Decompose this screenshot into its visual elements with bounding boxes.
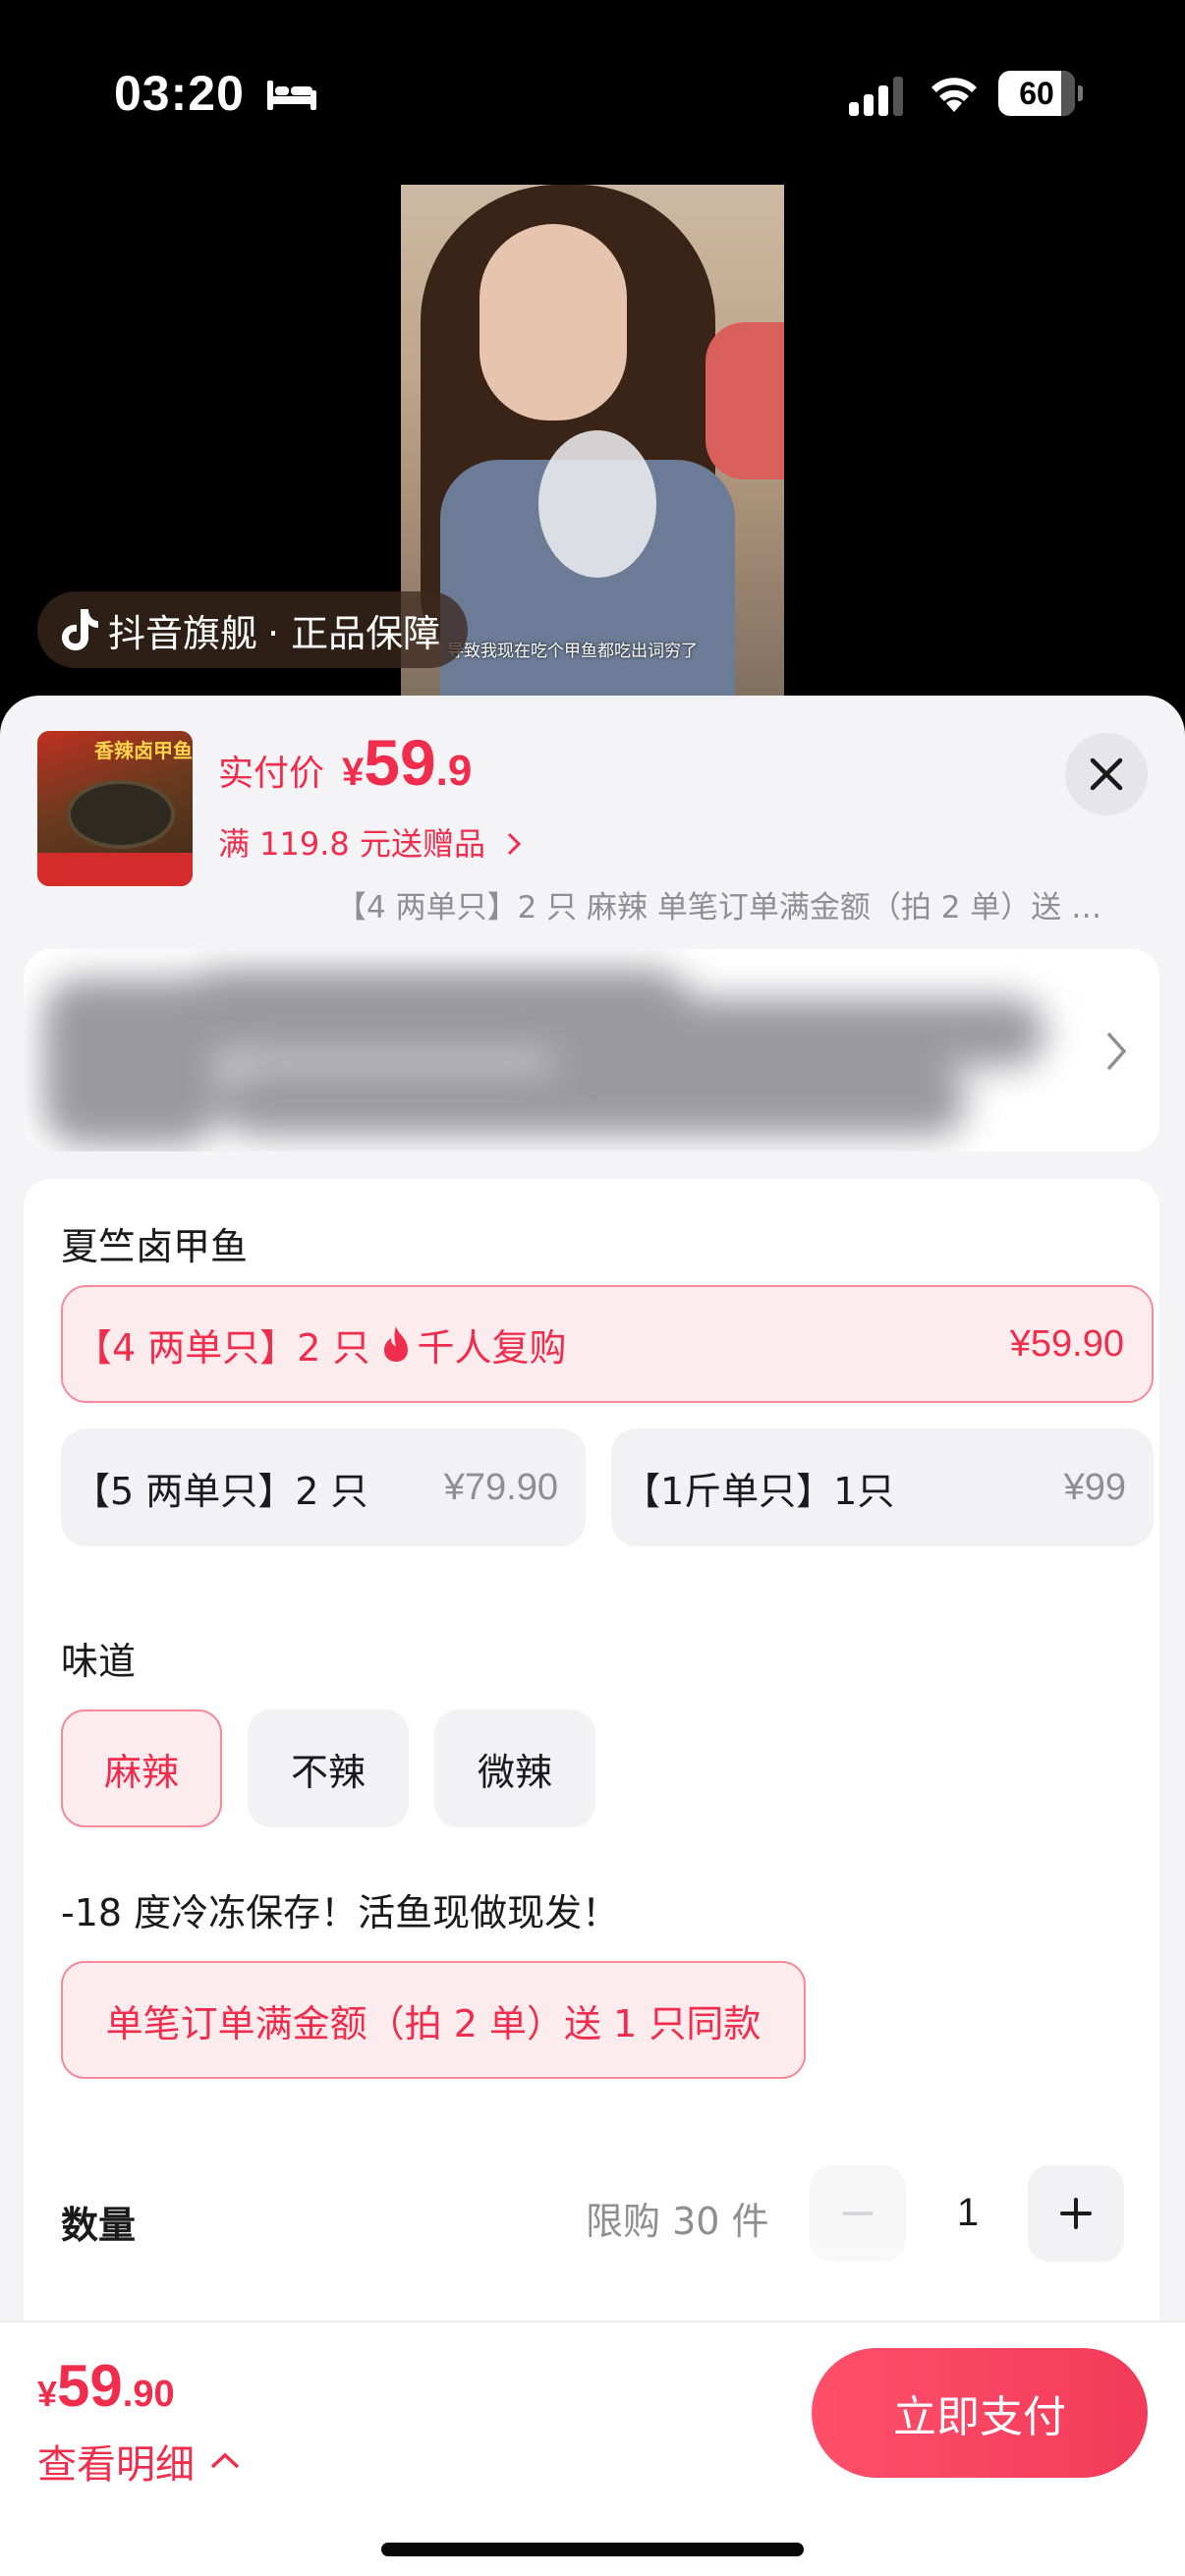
chevron-right-icon xyxy=(508,832,522,856)
variant-option-1[interactable]: 【4 两单只】2 只 千人复购 ¥59.90 xyxy=(61,1285,1154,1403)
variant-section-title: 夏竺卤甲鱼 xyxy=(61,1225,249,1268)
product-thumbnail: 香辣卤甲鱼 xyxy=(37,731,193,886)
gift-promo-link[interactable]: 满 119.8 元送赠品 xyxy=(218,819,523,865)
flavor-option-spicy[interactable]: 麻辣 xyxy=(61,1709,222,1827)
thumb-title: 香辣卤甲鱼 xyxy=(94,739,193,762)
flavor-option-not-spicy[interactable]: 不辣 xyxy=(248,1709,409,1827)
status-time: 03:20 xyxy=(114,66,245,121)
price-main: ¥59.9 xyxy=(342,726,473,799)
address-redacted xyxy=(43,959,1085,1151)
brand-name: 抖音旗舰 xyxy=(108,611,258,655)
brand-badge[interactable]: 抖音旗舰 · 正品保障 xyxy=(37,591,469,668)
video-caption: 导致我现在吃个甲鱼都吃出词穷了 xyxy=(447,642,698,661)
price-label: 实付价 xyxy=(218,754,325,794)
address-card[interactable] xyxy=(24,949,1159,1151)
variant-option-2[interactable]: 【5 两单只】2 只 ¥79.90 xyxy=(61,1428,586,1546)
wifi-icon xyxy=(931,78,977,112)
quantity-increase-button[interactable] xyxy=(1028,2165,1124,2262)
flavor-section-title: 味道 xyxy=(61,1640,137,1683)
quantity-limit: 限购 30 件 xyxy=(586,2200,769,2243)
chevron-up-icon xyxy=(210,2452,240,2469)
total-price: ¥59.90 xyxy=(37,2353,175,2419)
flavor-options: 麻辣 不辣 微辣 xyxy=(24,1709,1159,1827)
chevron-right-icon xyxy=(1106,1032,1127,1071)
bed-icon xyxy=(267,81,316,110)
battery-icon: 60 xyxy=(998,71,1083,116)
plus-icon xyxy=(1060,2198,1092,2229)
brand-tag: · 正品保障 xyxy=(267,611,441,655)
order-sheet: 香辣卤甲鱼 实付价 ¥59.9 满 119.8 元送赠品 【4 两单只】2 只 … xyxy=(0,696,1185,2576)
quantity-decrease-button[interactable] xyxy=(810,2165,906,2262)
minus-icon xyxy=(842,2212,874,2215)
variant-option-3[interactable]: 【1斤单只】1只 ¥99 xyxy=(611,1428,1154,1546)
quantity-label: 数量 xyxy=(61,2204,137,2247)
view-details-link[interactable]: 查看明细 xyxy=(37,2433,242,2490)
storage-option[interactable]: 单笔订单满金额（拍 2 单）送 1 只同款 xyxy=(61,1961,806,2079)
close-button[interactable] xyxy=(1065,733,1148,815)
tiktok-icon xyxy=(62,609,98,650)
flavor-option-mild[interactable]: 微辣 xyxy=(434,1709,595,1827)
status-bar: 03:20 60 xyxy=(0,0,1185,187)
checkout-bar: ¥59.90 查看明细 立即支付 xyxy=(0,2321,1185,2576)
close-icon xyxy=(1090,757,1123,791)
pay-now-button[interactable]: 立即支付 xyxy=(812,2348,1148,2478)
sku-summary: 【4 两单只】2 只 麻辣 单笔订单满金额（拍 2 单）送 1 只同款 xyxy=(336,890,1112,925)
home-indicator xyxy=(381,2543,804,2556)
quantity-value: 1 xyxy=(956,2191,980,2234)
battery-level: 60 xyxy=(1019,76,1054,111)
signal-icon xyxy=(849,77,903,116)
storage-section-title: -18 度冷冻保存！活鱼现做现发！ xyxy=(61,1891,620,1934)
fire-icon xyxy=(383,1326,408,1362)
